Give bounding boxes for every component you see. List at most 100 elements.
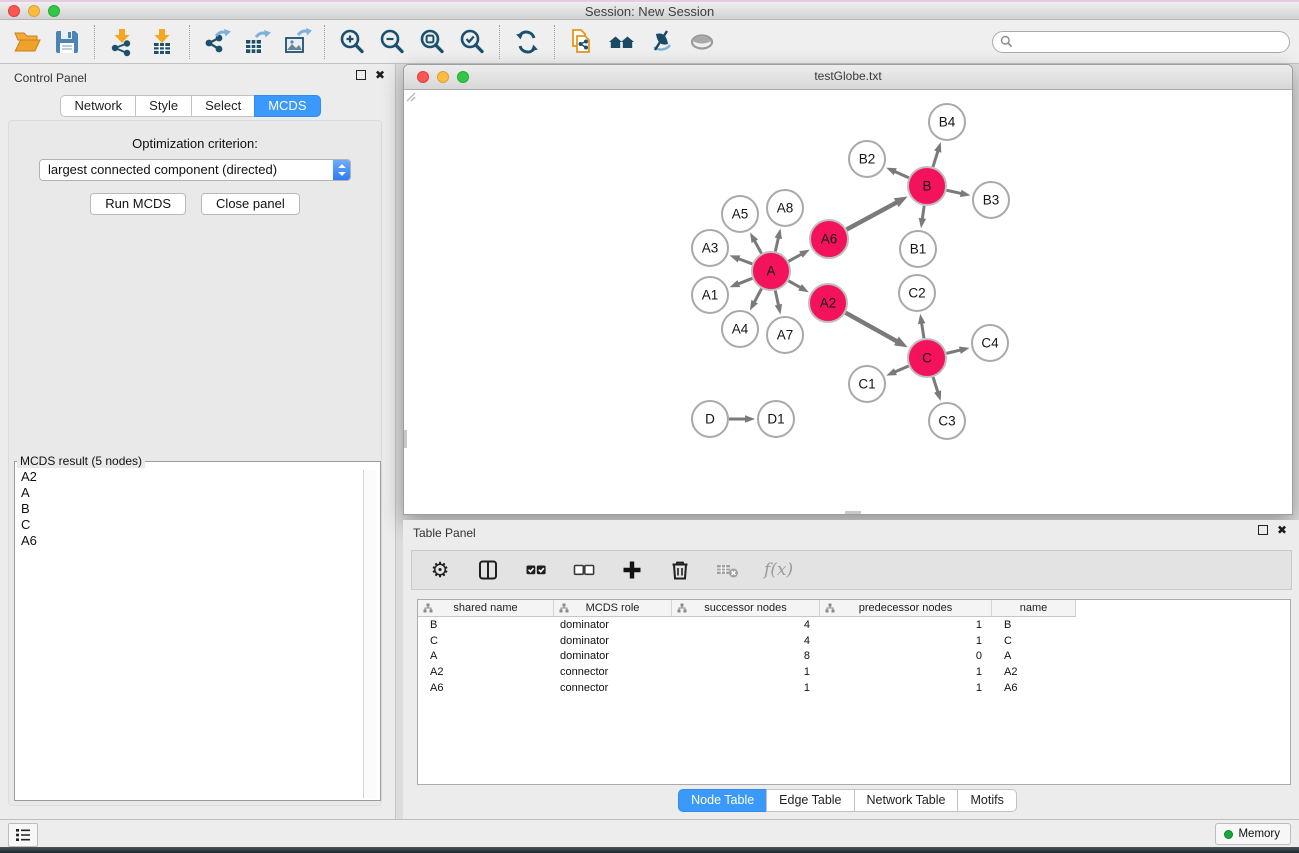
column-header-successor-nodes[interactable]: successor nodes bbox=[672, 600, 820, 617]
result-list-scrollbar[interactable] bbox=[363, 470, 377, 798]
graph-edge-B-B3[interactable] bbox=[947, 190, 963, 193]
graph-edge-A-A8[interactable] bbox=[775, 237, 778, 252]
mcds-result-item[interactable]: A2 bbox=[21, 469, 380, 485]
float-table-panel-icon[interactable] bbox=[1258, 525, 1268, 535]
graph-edge-B-B4[interactable] bbox=[933, 150, 938, 167]
graph-node-A[interactable]: A bbox=[752, 252, 790, 290]
home-button[interactable] bbox=[602, 22, 642, 62]
graph-edge-A-A5[interactable] bbox=[754, 240, 761, 254]
table-row[interactable]: Cdominator41C bbox=[418, 633, 1290, 649]
zoom-out-button[interactable] bbox=[372, 22, 412, 62]
column-header-name[interactable]: name bbox=[992, 600, 1076, 617]
close-panel-icon[interactable]: ✖ bbox=[375, 70, 385, 80]
graph-node-B3[interactable]: B3 bbox=[973, 182, 1009, 218]
graph-node-A7[interactable]: A7 bbox=[767, 317, 803, 353]
graph-edge-A-A7[interactable] bbox=[775, 291, 778, 307]
column-header-mcds-role[interactable]: MCDS role bbox=[554, 600, 672, 617]
graph-edge-A-A3[interactable] bbox=[738, 258, 753, 264]
tab-network[interactable]: Network bbox=[60, 95, 136, 117]
resize-grip[interactable] bbox=[404, 90, 416, 102]
mcds-result-item[interactable]: C bbox=[21, 517, 380, 533]
mcds-result-item[interactable]: A6 bbox=[21, 533, 380, 549]
graph-edge-C-C2[interactable] bbox=[921, 322, 923, 338]
graph-edge-A-A6[interactable] bbox=[789, 254, 803, 262]
graph-edge-C-C1[interactable] bbox=[894, 366, 909, 372]
network-graph[interactable]: B4B2BB3A5A8A6B1A3AC2A1A2A4A7C4CC1C3DD1 bbox=[404, 90, 1292, 514]
search-input[interactable] bbox=[1017, 34, 1289, 50]
import-network-button[interactable] bbox=[102, 22, 142, 62]
graph-node-A6[interactable]: A6 bbox=[810, 220, 848, 258]
zoom-in-button[interactable] bbox=[332, 22, 372, 62]
tab-motifs[interactable]: Motifs bbox=[957, 789, 1016, 812]
select-all-rows-button[interactable] bbox=[524, 558, 548, 582]
tab-network-table[interactable]: Network Table bbox=[854, 789, 959, 812]
graph-node-B4[interactable]: B4 bbox=[929, 104, 965, 140]
tab-select[interactable]: Select bbox=[191, 95, 255, 117]
import-table-button[interactable] bbox=[142, 22, 182, 62]
tab-node-table[interactable]: Node Table bbox=[678, 789, 767, 812]
table-row[interactable]: A6connector11A6 bbox=[418, 680, 1290, 696]
graph-node-A5[interactable]: A5 bbox=[722, 196, 758, 232]
tab-style[interactable]: Style bbox=[135, 95, 192, 117]
graph-node-B[interactable]: B bbox=[908, 167, 946, 205]
table-settings-button[interactable]: ⚙ bbox=[428, 558, 452, 582]
save-session-button[interactable] bbox=[47, 22, 87, 62]
graph-edge-B-B2[interactable] bbox=[894, 171, 909, 178]
apply-function-button[interactable]: f(x) bbox=[764, 558, 793, 582]
zoom-fit-button[interactable] bbox=[412, 22, 452, 62]
graph-edge-C-C3[interactable] bbox=[933, 377, 938, 393]
graph-node-D[interactable]: D bbox=[692, 401, 728, 437]
optimization-criterion-select[interactable]: largest connected component (directed) bbox=[39, 159, 351, 181]
close-panel-button[interactable]: Close panel bbox=[201, 193, 300, 215]
export-network-button[interactable] bbox=[197, 22, 237, 62]
mcds-result-item[interactable]: A bbox=[21, 485, 380, 501]
show-graphics-details-button[interactable] bbox=[682, 22, 722, 62]
column-header-shared-name[interactable]: shared name bbox=[418, 600, 554, 617]
add-column-button[interactable] bbox=[620, 558, 644, 582]
graph-edge-A-A1[interactable] bbox=[737, 278, 752, 284]
tab-mcds[interactable]: MCDS bbox=[254, 95, 320, 117]
graph-node-B2[interactable]: B2 bbox=[849, 141, 885, 177]
graph-node-A4[interactable]: A4 bbox=[722, 311, 758, 347]
graph-edge-A6-B[interactable] bbox=[847, 202, 898, 230]
delete-column-button[interactable] bbox=[668, 558, 692, 582]
network-canvas[interactable]: B4B2BB3A5A8A6B1A3AC2A1A2A4A7C4CC1C3DD1 bbox=[404, 90, 1292, 514]
task-history-button[interactable] bbox=[8, 823, 38, 847]
canvas-horizontal-scroll-thumb[interactable] bbox=[845, 511, 861, 514]
network-from-clipboard-button[interactable] bbox=[562, 22, 602, 62]
graph-node-C1[interactable]: C1 bbox=[849, 366, 885, 402]
graph-node-C4[interactable]: C4 bbox=[972, 325, 1008, 361]
graph-node-C2[interactable]: C2 bbox=[899, 275, 935, 311]
graph-edge-B-B1[interactable] bbox=[922, 206, 924, 220]
graph-edge-C-C4[interactable] bbox=[946, 350, 961, 354]
graph-node-A1[interactable]: A1 bbox=[692, 277, 728, 313]
graph-node-A3[interactable]: A3 bbox=[692, 230, 728, 266]
column-header-predecessor-nodes[interactable]: predecessor nodes bbox=[820, 600, 992, 617]
graph-node-C3[interactable]: C3 bbox=[929, 403, 965, 439]
graph-node-A2[interactable]: A2 bbox=[809, 284, 847, 322]
graph-node-C[interactable]: C bbox=[908, 339, 946, 377]
column-layout-button[interactable] bbox=[476, 558, 500, 582]
graph-edge-A-A4[interactable] bbox=[754, 289, 762, 303]
search-field[interactable] bbox=[992, 31, 1290, 53]
graph-edge-A-A2[interactable] bbox=[788, 281, 801, 288]
table-row[interactable]: A2connector11A2 bbox=[418, 664, 1290, 680]
open-file-button[interactable] bbox=[7, 22, 47, 62]
hide-graphics-details-button[interactable] bbox=[642, 22, 682, 62]
run-mcds-button[interactable]: Run MCDS bbox=[90, 193, 186, 215]
export-table-button[interactable] bbox=[237, 22, 277, 62]
delete-table-button[interactable] bbox=[716, 558, 740, 582]
deselect-all-rows-button[interactable] bbox=[572, 558, 596, 582]
table-row[interactable]: Adominator80A bbox=[418, 648, 1290, 664]
memory-button[interactable]: Memory bbox=[1215, 823, 1291, 845]
mcds-result-item[interactable]: B bbox=[21, 501, 380, 517]
graph-edge-A2-C[interactable] bbox=[845, 313, 897, 342]
float-panel-icon[interactable] bbox=[356, 70, 366, 80]
tab-edge-table[interactable]: Edge Table bbox=[766, 789, 854, 812]
refresh-button[interactable] bbox=[507, 22, 547, 62]
canvas-vertical-scroll-thumb[interactable] bbox=[404, 430, 407, 448]
export-image-button[interactable] bbox=[277, 22, 317, 62]
table-row[interactable]: Bdominator41B bbox=[418, 617, 1290, 633]
graph-node-B1[interactable]: B1 bbox=[900, 231, 936, 267]
graph-node-A8[interactable]: A8 bbox=[767, 190, 803, 226]
